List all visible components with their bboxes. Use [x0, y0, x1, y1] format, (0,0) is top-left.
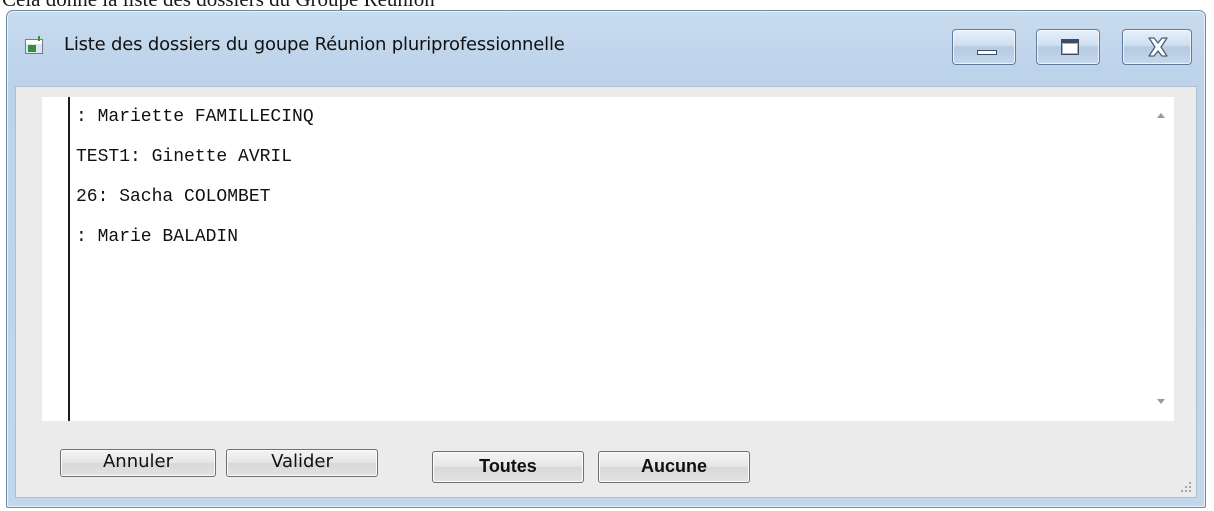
list-item[interactable]: : Mariette FAMILLECINQ — [76, 107, 314, 147]
resize-grip-icon[interactable] — [1180, 481, 1192, 493]
select-all-button[interactable]: Toutes — [432, 451, 584, 483]
close-icon — [1148, 37, 1168, 57]
close-button[interactable] — [1122, 29, 1192, 65]
maximize-button[interactable] — [1036, 29, 1100, 65]
maximize-icon — [1061, 39, 1079, 55]
vertical-scrollbar[interactable] — [1150, 97, 1174, 421]
cancel-button[interactable]: Annuler — [60, 449, 216, 477]
list-item[interactable]: : Marie BALADIN — [76, 227, 314, 267]
dialog-window: Liste des dossiers du goupe Réunion plur… — [6, 10, 1206, 508]
dossier-list-box[interactable]: : Mariette FAMILLECINQ TEST1: Ginette AV… — [42, 97, 1174, 421]
app-window-icon — [25, 36, 43, 54]
minimize-icon — [977, 50, 997, 55]
window-title: Liste des dossiers du goupe Réunion plur… — [64, 34, 565, 55]
list-left-border — [68, 97, 70, 421]
title-bar[interactable]: Liste des dossiers du goupe Réunion plur… — [7, 11, 1205, 86]
validate-button[interactable]: Valider — [226, 449, 378, 477]
cropped-caption-fragment: Cela donne la liste des dossiers du Grou… — [0, 0, 1214, 10]
dialog-client-area: : Mariette FAMILLECINQ TEST1: Ginette AV… — [15, 86, 1197, 498]
select-none-button[interactable]: Aucune — [598, 451, 750, 483]
scroll-down-arrow-icon[interactable] — [1157, 399, 1165, 404]
list-item[interactable]: 26: Sacha COLOMBET — [76, 187, 314, 227]
minimize-button[interactable] — [952, 29, 1016, 65]
scroll-up-arrow-icon[interactable] — [1157, 113, 1165, 118]
list-item[interactable]: TEST1: Ginette AVRIL — [76, 147, 314, 187]
dossier-list: : Mariette FAMILLECINQ TEST1: Ginette AV… — [76, 107, 314, 267]
